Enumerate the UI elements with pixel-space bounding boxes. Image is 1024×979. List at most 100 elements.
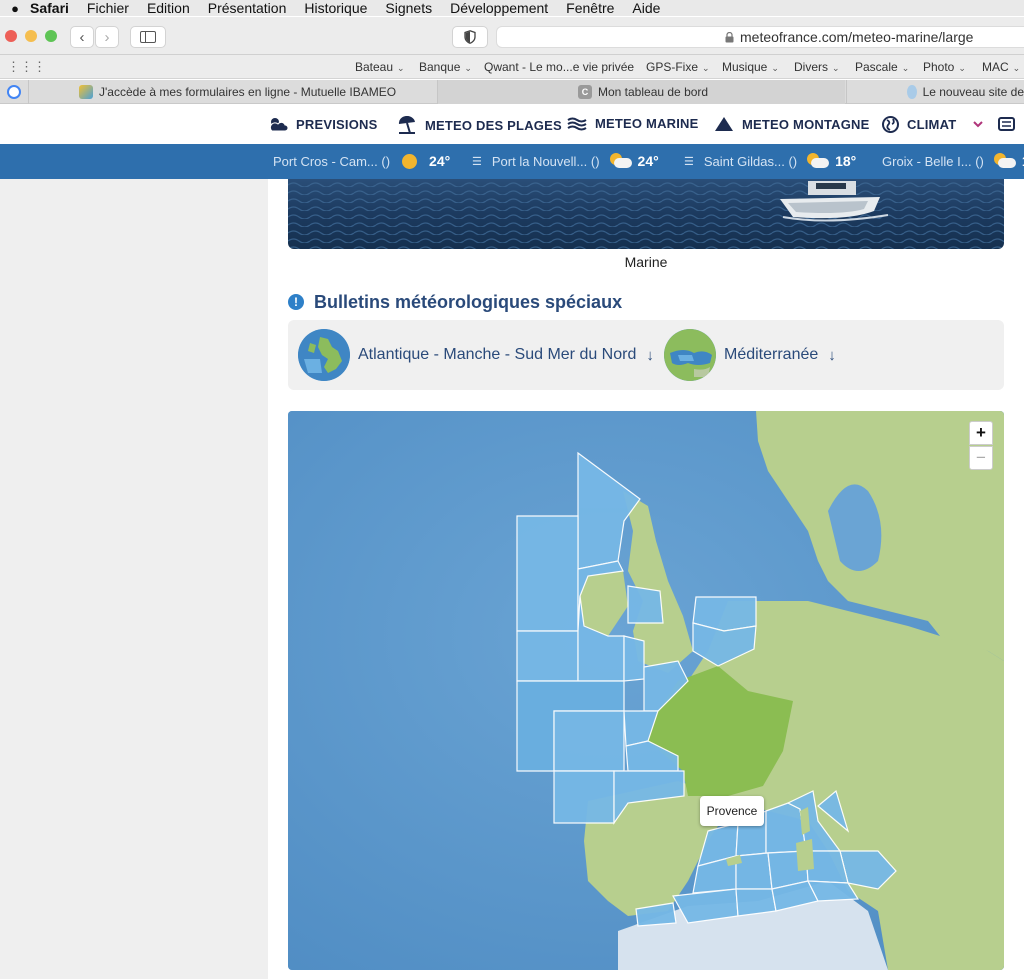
globe-mediterranee-icon (664, 329, 716, 381)
google-tab-icon[interactable] (0, 80, 27, 104)
chevron-down-icon: ⌄ (771, 63, 779, 73)
ticker-location: Saint Gildas... (703, 153, 785, 169)
region-atlantique[interactable]: Atlantique - Manche - Sud Mer du Nord ↓ (298, 329, 654, 381)
sun-cloud-icon (608, 153, 632, 169)
ticker-suffix: () (590, 153, 600, 169)
ticker-temp: 18° (835, 153, 857, 169)
menu-aide[interactable]: Aide (632, 0, 660, 16)
bookmark-label: Musique (722, 60, 768, 74)
tab-bar: J'accède à mes formulaires en ligne - Mu… (0, 80, 1024, 104)
tab-label: Le nouveau site de (922, 85, 1024, 99)
bookmark-label: Pascale (855, 60, 898, 74)
c-favicon-icon: C (578, 85, 592, 99)
marine-zones-map[interactable]: + − Provence (288, 411, 1004, 970)
nav-meteo-marine[interactable]: METEO MARINE (567, 116, 699, 131)
sidebar-toggle-button[interactable] (130, 26, 166, 48)
apple-menu-icon[interactable]: ● (0, 1, 30, 16)
left-sidebar (0, 179, 268, 979)
bookmark-photo[interactable]: Photo ⌄ (923, 60, 966, 74)
bookmark-bateau[interactable]: Bateau ⌄ (355, 60, 405, 74)
photo-caption: Marine (624, 254, 668, 270)
bookmark-pascale[interactable]: Pascale ⌄ (855, 60, 909, 74)
url-text: meteofrance.com/meteo-marine/large (740, 29, 974, 45)
region-selector: Atlantique - Manche - Sud Mer du Nord ↓ … (288, 320, 1004, 390)
ticker-item[interactable]: Port Cros - Cam... () 24° (273, 153, 450, 169)
zoom-out-button[interactable]: − (969, 446, 993, 470)
waves-icon: ☰ (684, 155, 694, 168)
sun-cloud-icon (805, 153, 830, 169)
menu-historique[interactable]: Historique (304, 0, 367, 16)
nav-climat[interactable]: CLIMAT (882, 116, 984, 133)
bookmark-label: Banque (419, 60, 461, 74)
bookmark-label: Bateau (355, 60, 394, 74)
bookmark-mac[interactable]: MAC ⌄ (982, 60, 1020, 74)
nav-label: CLIMAT (907, 117, 957, 132)
privacy-report-button[interactable] (452, 26, 488, 48)
bookmark-gps-fixe[interactable]: GPS-Fixe ⌄ (646, 60, 710, 74)
tab-nouveau-site[interactable]: Le nouveau site de (846, 80, 1024, 104)
sun-cloud-icon (992, 153, 1016, 169)
globe-icon (882, 116, 899, 133)
bookmark-label: MAC (982, 60, 1009, 74)
ticker-item[interactable]: ☰ Port la Nouvell... () 24° (472, 153, 659, 169)
bulletins-heading: ! Bulletins météorologiques spéciaux (288, 290, 622, 314)
close-window-button[interactable] (5, 30, 17, 42)
nav-previsions[interactable]: PREVISIONS (268, 116, 377, 132)
arrow-down-icon: ↓ (646, 346, 654, 364)
menu-fenetre[interactable]: Fenêtre (566, 0, 614, 16)
back-button[interactable]: ‹ (70, 26, 94, 48)
ticker-item[interactable]: Groix - Belle I... () 18 (882, 153, 1024, 169)
waves-icon (567, 117, 587, 130)
sea-photo-image (288, 179, 1004, 249)
grid-icon[interactable]: ⋮⋮⋮ (7, 59, 46, 75)
bookmark-label: Photo (923, 60, 955, 74)
bookmark-label: Divers (794, 60, 829, 74)
nav-meteo-montagne[interactable]: METEO MONTAGNE (714, 116, 870, 132)
section-title: Bulletins météorologiques spéciaux (314, 291, 623, 312)
chevron-down-icon: ⌄ (397, 63, 405, 73)
tab-label: J'accède à mes formulaires en ligne - Mu… (99, 85, 397, 99)
tab-tableau-de-bord[interactable]: C Mon tableau de bord (437, 80, 845, 104)
beach-umbrella-icon (398, 116, 415, 134)
chevron-right-icon: › (104, 28, 110, 46)
bookmark-label: Qwant - Le mo...e vie privée (484, 60, 635, 74)
ticker-item[interactable]: ☰ Saint Gildas... () 18° (684, 153, 856, 169)
menu-fichier[interactable]: Fichier (87, 0, 129, 16)
zoom-window-button[interactable] (45, 30, 57, 42)
nav-label: PREVISIONS (296, 116, 378, 132)
sidebar-icon (140, 31, 156, 43)
minimize-window-button[interactable] (25, 30, 37, 42)
chevron-down-icon (973, 121, 984, 128)
bookmark-divers[interactable]: Divers ⌄ (794, 60, 840, 74)
alert-icon: ! (288, 294, 304, 310)
menu-app-safari[interactable]: Safari (30, 0, 69, 16)
menu-edition[interactable]: Edition (147, 0, 190, 16)
chevron-down-icon: ⌄ (958, 63, 966, 73)
bookmark-banque[interactable]: Banque ⌄ (419, 60, 472, 74)
ticker-suffix: () (975, 153, 984, 169)
browser-toolbar: ‹ › meteofrance.com/meteo-marine/large (0, 17, 1024, 55)
menu-presentation[interactable]: Présentation (208, 0, 287, 16)
weather-ticker: Port Cros - Cam... () 24° ☰ Port la Nouv… (0, 144, 1024, 179)
menu-signets[interactable]: Signets (385, 0, 432, 16)
macos-menubar: ● Safari Fichier Edition Présentation Hi… (0, 0, 1024, 16)
bookmarks-bar: ⋮⋮⋮ Bateau ⌄ Banque ⌄ Qwant - Le mo...e vi… (0, 55, 1024, 79)
tab-ibameo[interactable]: J'accède à mes formulaires en ligne - Mu… (28, 80, 436, 104)
mountain-icon (715, 117, 733, 131)
forward-button[interactable]: › (95, 26, 119, 48)
ticker-temp: 24° (637, 153, 659, 169)
google-icon (6, 85, 21, 99)
sun-icon (402, 153, 418, 169)
menu-list-button[interactable] (998, 117, 1015, 131)
sun-cloud-icon (269, 118, 288, 132)
ticker-location: Port Cros - Cam... (273, 153, 378, 169)
region-mediterranee[interactable]: Méditerranée ↓ (664, 329, 836, 381)
chevron-down-icon: ⌄ (901, 63, 910, 73)
menu-developpement[interactable]: Développement (450, 0, 548, 16)
address-bar[interactable]: meteofrance.com/meteo-marine/large (496, 26, 1024, 48)
nav-meteo-des-plages[interactable]: METEO DES PLAGES (397, 116, 562, 134)
chevron-down-icon: ⌄ (702, 63, 710, 73)
zoom-in-button[interactable]: + (969, 421, 993, 445)
bookmark-qwant[interactable]: Qwant - Le mo...e vie privée (484, 60, 634, 74)
bookmark-musique[interactable]: Musique ⌄ (722, 60, 779, 74)
